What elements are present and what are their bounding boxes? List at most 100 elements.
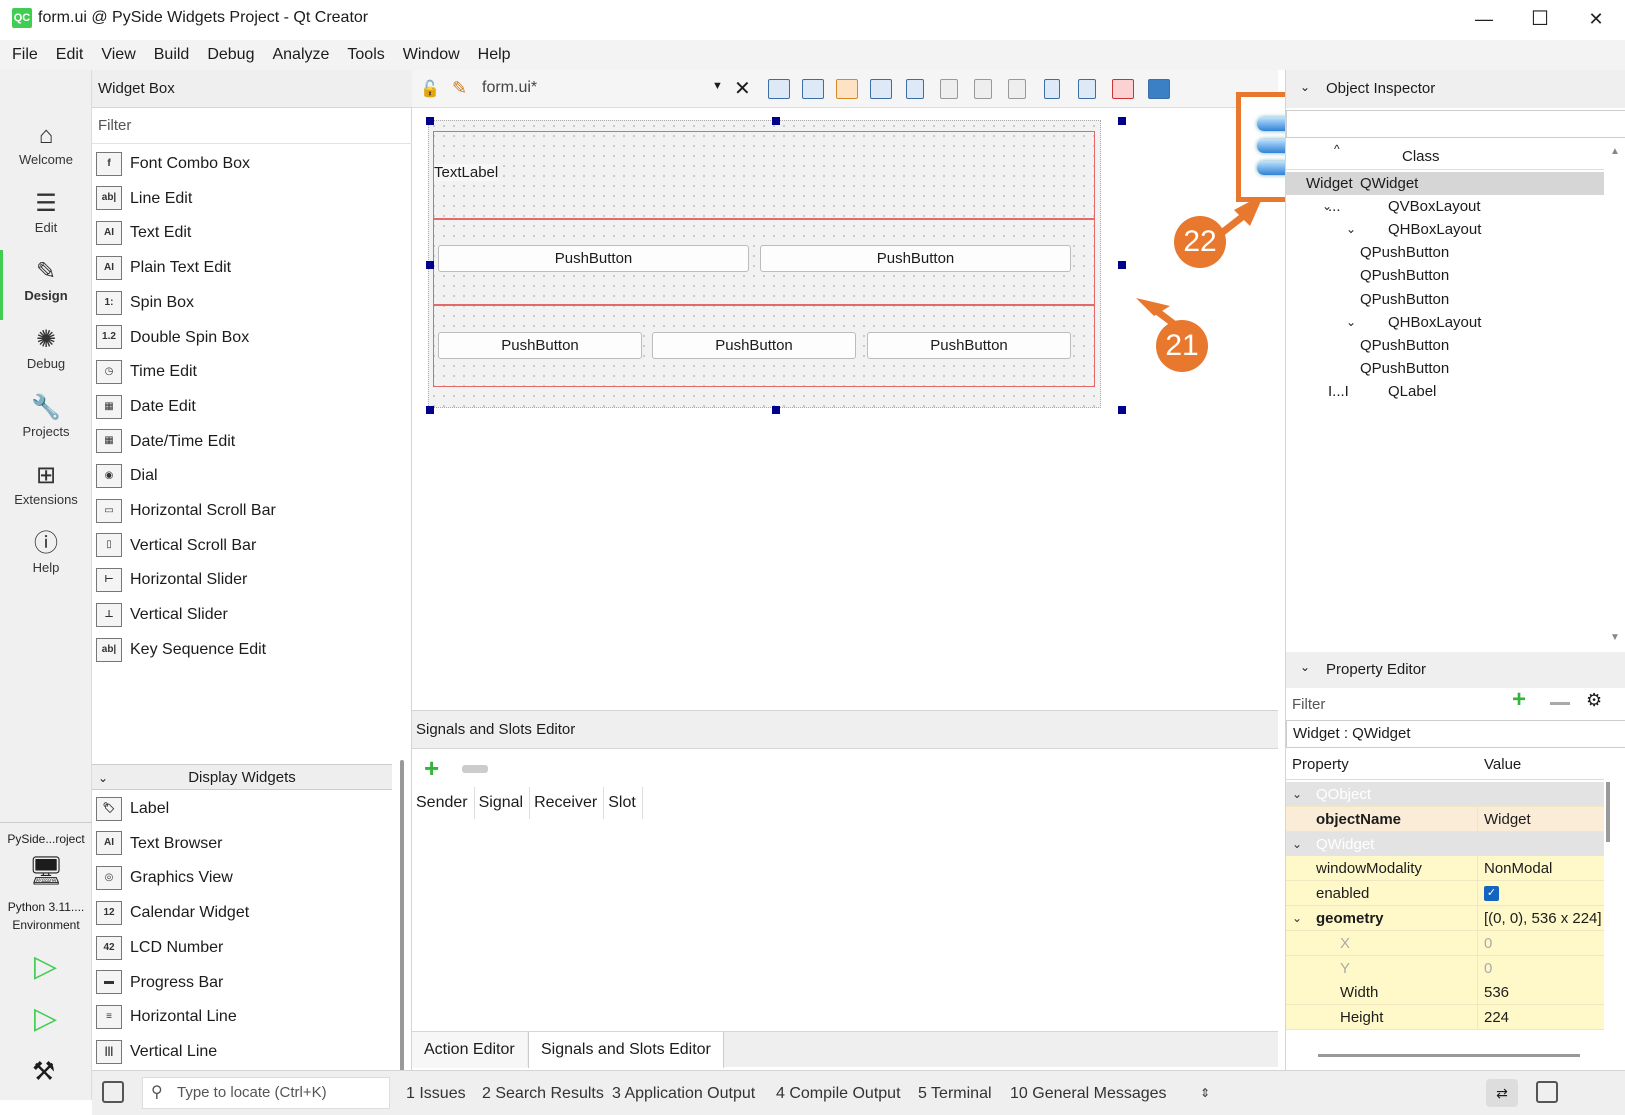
property-h-scrollbar[interactable]	[1318, 1054, 1580, 1057]
toggle-sidebar-icon[interactable]	[102, 1081, 124, 1103]
debug-run-icon[interactable]: ▷	[34, 1002, 62, 1036]
edit-buddies-icon[interactable]	[836, 79, 858, 99]
widget-item[interactable]: ⊥ Vertical Slider	[96, 598, 396, 632]
value-column-header[interactable]: Value	[1484, 750, 1521, 780]
widget-item[interactable]: 🏷 Label	[96, 792, 396, 826]
layout-horizontal-icon[interactable]	[906, 79, 924, 99]
edit-tab-order-icon[interactable]	[870, 79, 892, 99]
widget-item[interactable]: AI Text Edit	[96, 216, 396, 250]
property-row[interactable]: X0	[1286, 930, 1604, 956]
push-button[interactable]: PushButton	[652, 332, 856, 359]
push-button[interactable]: PushButton	[438, 332, 642, 359]
column-sender[interactable]: Sender	[412, 787, 475, 819]
mode-help[interactable]: ⓘ Help	[0, 528, 92, 575]
edit-widgets-icon[interactable]	[768, 79, 790, 99]
break-layout-icon[interactable]	[1112, 79, 1134, 99]
pane-terminal[interactable]: 5 Terminal	[918, 1071, 992, 1115]
resize-handle[interactable]	[772, 117, 780, 125]
tab-action-editor[interactable]: Action Editor	[412, 1032, 527, 1068]
widget-item[interactable]: ▯ Vertical Scroll Bar	[96, 529, 396, 563]
menu-edit[interactable]: Edit	[47, 40, 93, 70]
chevron-down-icon[interactable]: ⌄	[1292, 906, 1302, 931]
lock-icon[interactable]: 🔓	[420, 79, 440, 99]
mode-projects[interactable]: 🔧 Projects	[0, 392, 92, 439]
property-value[interactable]	[1480, 782, 1604, 807]
add-dynamic-property-icon[interactable]: +	[1512, 686, 1526, 714]
build-hammer-icon[interactable]: ⚒	[32, 1054, 62, 1088]
property-group-row[interactable]: QWidget ⌄	[1286, 831, 1604, 857]
property-row[interactable]: geometry [(0, 0), 536 x 224] ⌄	[1286, 906, 1604, 931]
property-column-header[interactable]: Property	[1292, 750, 1349, 780]
column-slot[interactable]: Slot	[604, 787, 643, 819]
scroll-up-icon[interactable]: ▲	[1610, 146, 1620, 160]
property-value[interactable]: 536	[1480, 980, 1604, 1005]
class-column-header[interactable]: Class	[1402, 148, 1440, 165]
object-tree-row[interactable]: I...I QLabel	[1286, 380, 1604, 403]
resize-handle[interactable]	[1118, 406, 1126, 414]
menu-window[interactable]: Window	[394, 40, 469, 70]
maximize-button[interactable]: ☐	[1512, 0, 1568, 38]
pane-application-output[interactable]: 3 Application Output	[612, 1071, 755, 1115]
object-tree-row[interactable]: Widget QWidget	[1286, 172, 1604, 195]
menu-file[interactable]: File	[3, 40, 47, 70]
text-label[interactable]: TextLabel	[434, 164, 499, 181]
kit-selector-monitor-icon[interactable]: 🖥	[28, 854, 64, 888]
remove-property-icon[interactable]	[1550, 702, 1570, 705]
resize-handle[interactable]	[1118, 261, 1126, 269]
mode-design[interactable]: ✎ Design	[0, 250, 92, 320]
dropdown-arrow-icon[interactable]: ▼	[712, 80, 723, 92]
chevron-down-icon[interactable]: ⌄	[1346, 311, 1356, 334]
widget-item[interactable]: f Font Combo Box	[96, 147, 396, 181]
form-widget[interactable]: TextLabel PushButton PushButton PushButt…	[428, 120, 1101, 408]
widget-item[interactable]: ◷ Time Edit	[96, 355, 396, 389]
widget-item[interactable]: ab| Key Sequence Edit	[96, 633, 396, 667]
remove-connection-icon[interactable]	[462, 765, 488, 773]
widget-box-filter-input[interactable]: Filter	[92, 108, 412, 144]
object-tree-row[interactable]: QPushButton	[1286, 357, 1604, 380]
layout-vertical-splitter-icon[interactable]	[1008, 79, 1026, 99]
tab-signals-slots-editor[interactable]: Signals and Slots Editor	[528, 1032, 724, 1068]
object-tree-row[interactable]: QHBoxLayout ⌄	[1286, 218, 1604, 241]
run-icon[interactable]: ▷	[34, 950, 62, 984]
resize-handle[interactable]	[426, 117, 434, 125]
open-document-name[interactable]: form.ui*	[482, 79, 537, 97]
resize-handle[interactable]	[1118, 117, 1126, 125]
widget-item[interactable]: ▬ Progress Bar	[96, 966, 396, 1000]
toggle-right-sidebar-icon[interactable]	[1536, 1081, 1558, 1103]
widget-item[interactable]: AI Plain Text Edit	[96, 251, 396, 285]
object-tree-row[interactable]: QHBoxLayout ⌄	[1286, 311, 1604, 334]
chevron-down-icon[interactable]: ⌄	[1346, 218, 1356, 241]
pane-general-messages[interactable]: 10 General Messages	[1010, 1071, 1167, 1115]
property-v-scrollbar[interactable]	[1606, 782, 1610, 842]
menu-tools[interactable]: Tools	[338, 40, 393, 70]
widget-item[interactable]: ◉ Dial	[96, 459, 396, 493]
more-panes-icon[interactable]: ⇕	[1200, 1071, 1210, 1115]
chevron-down-icon[interactable]: ⌄	[1300, 80, 1310, 94]
resize-handle[interactable]	[426, 261, 434, 269]
property-value[interactable]: [(0, 0), 536 x 224]	[1480, 906, 1604, 931]
widget-box-scrollbar[interactable]	[400, 760, 404, 1115]
chevron-down-icon[interactable]: ⌄	[1292, 832, 1302, 857]
menu-analyze[interactable]: Analyze	[263, 40, 338, 70]
property-value[interactable]: Widget	[1480, 807, 1604, 832]
column-receiver[interactable]: Receiver	[530, 787, 605, 819]
widget-item[interactable]: 12 Calendar Widget	[96, 896, 396, 930]
adjust-size-icon[interactable]	[1148, 79, 1170, 99]
hbox-layout-1[interactable]: PushButton PushButton	[433, 219, 1095, 305]
mode-debug[interactable]: ✺ Debug	[0, 324, 92, 371]
property-value[interactable]: NonModal	[1480, 856, 1604, 881]
enabled-checkbox[interactable]: ✓	[1484, 886, 1499, 902]
mode-edit[interactable]: ☰ Edit	[0, 188, 92, 235]
object-tree-row[interactable]: QPushButton	[1286, 334, 1604, 357]
minimize-button[interactable]: —	[1456, 0, 1512, 38]
property-group-row[interactable]: QObject ⌄	[1286, 782, 1604, 807]
edit-signals-slots-icon[interactable]	[802, 79, 824, 99]
mode-extensions[interactable]: ⊞ Extensions	[0, 460, 92, 507]
widget-item[interactable]: 1.2 Double Spin Box	[96, 321, 396, 355]
widget-item[interactable]: ▭ Horizontal Scroll Bar	[96, 494, 396, 528]
category-display-widgets[interactable]: ⌄ Display Widgets	[92, 764, 392, 790]
pane-issues[interactable]: 1 Issues	[406, 1071, 466, 1115]
property-row[interactable]: enabled ✓	[1286, 881, 1604, 907]
add-connection-icon[interactable]: +	[424, 755, 439, 781]
push-button[interactable]: PushButton	[438, 245, 749, 272]
